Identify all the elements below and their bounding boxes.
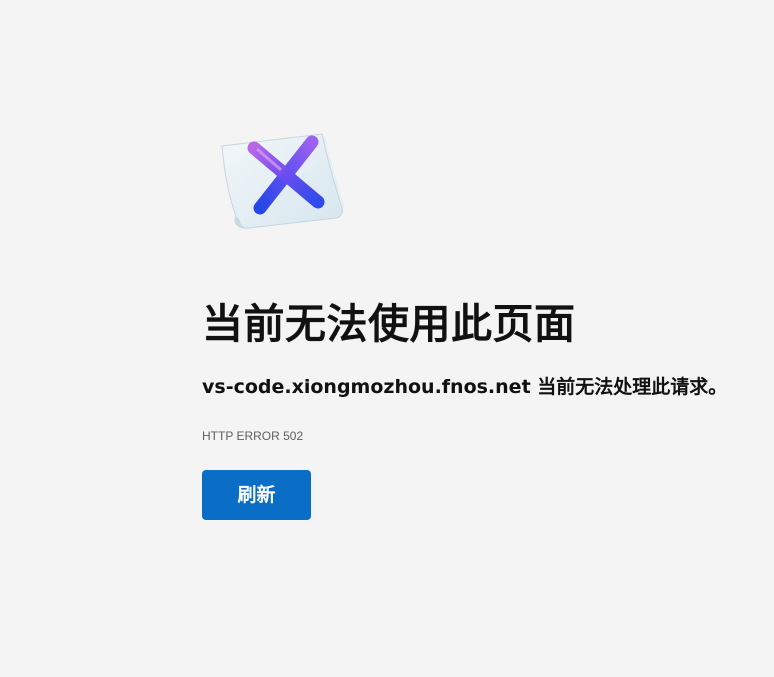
refresh-button[interactable]: 刷新 (202, 470, 311, 520)
error-x-paper-icon (221, 133, 345, 229)
error-code: HTTP ERROR 502 (202, 429, 304, 443)
error-page: 当前无法使用此页面 vs-code.xiongmozhou.fnos.net 当… (0, 0, 774, 677)
error-message: vs-code.xiongmozhou.fnos.net 当前无法处理此请求。 (202, 376, 728, 398)
page-title: 当前无法使用此页面 (202, 300, 576, 348)
